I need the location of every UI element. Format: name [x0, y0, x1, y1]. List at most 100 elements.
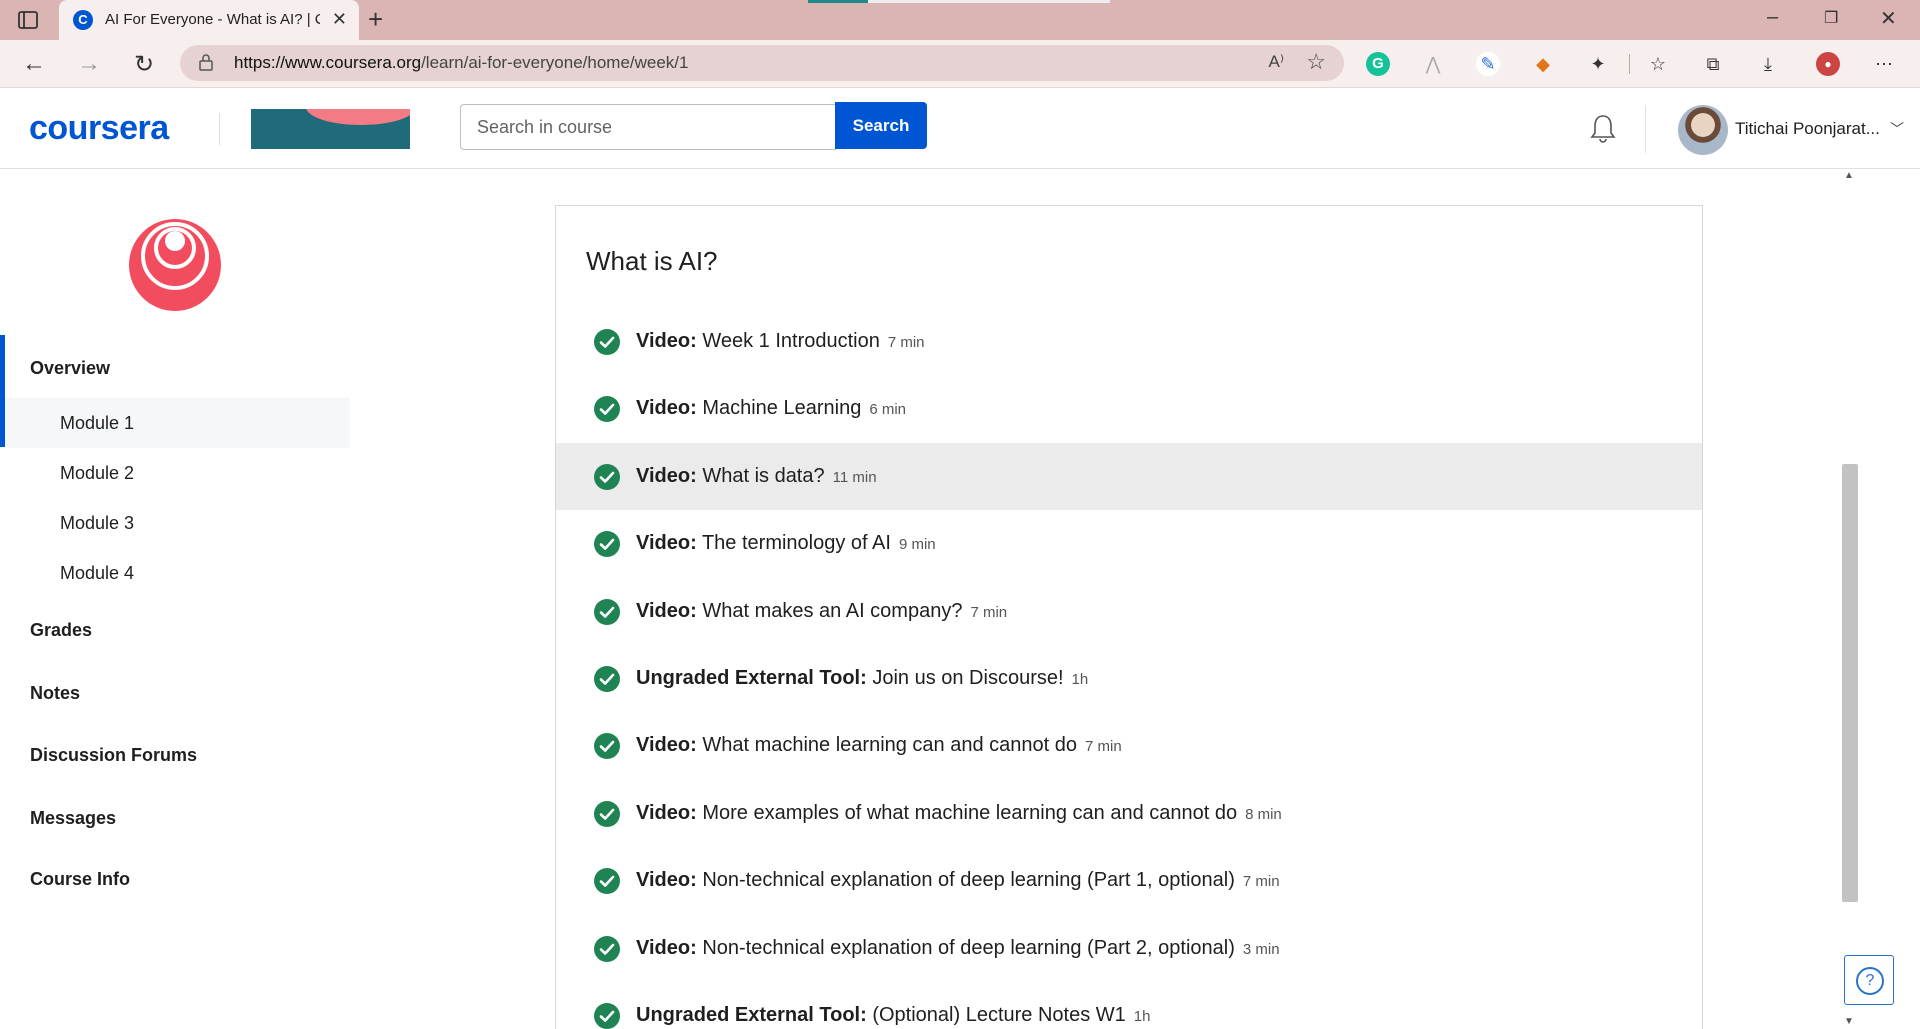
- coursera-logo[interactable]: coursera: [29, 109, 169, 148]
- lesson-item[interactable]: Video: Week 1 Introduction 7 min: [556, 308, 1702, 375]
- sidebar-item-module-1[interactable]: Module 1: [5, 398, 350, 448]
- lesson-title: Non-technical explanation of deep learni…: [702, 937, 1235, 959]
- completed-check-icon: [594, 396, 620, 422]
- lesson-item[interactable]: Video: What is data? 11 min: [556, 443, 1702, 510]
- search-input[interactable]: [460, 104, 836, 150]
- lesson-item-text[interactable]: Ungraded External Tool: Join us on Disco…: [636, 667, 1088, 690]
- course-logo: [129, 219, 221, 311]
- sidebar-item-module-3[interactable]: Module 3: [5, 498, 350, 548]
- lesson-item-text[interactable]: Video: Non-technical explanation of deep…: [636, 869, 1280, 892]
- lesson-item[interactable]: Ungraded External Tool: (Optional) Lectu…: [556, 982, 1702, 1029]
- lesson-type: Video:: [636, 937, 697, 959]
- lesson-item-text[interactable]: Video: Non-technical explanation of deep…: [636, 937, 1280, 960]
- read-aloud-icon[interactable]: A⁾: [1268, 52, 1284, 72]
- sidebar-item-discussion-forums[interactable]: Discussion Forums: [0, 745, 350, 766]
- sidebar-item-grades[interactable]: Grades: [0, 620, 350, 641]
- lesson-item[interactable]: Video: What machine learning can and can…: [556, 712, 1702, 779]
- add-favorite-icon[interactable]: ☆: [1306, 49, 1326, 75]
- lesson-item[interactable]: Video: Non-technical explanation of deep…: [556, 915, 1702, 982]
- lesson-item[interactable]: Ungraded External Tool: Join us on Disco…: [556, 645, 1702, 712]
- lesson-duration: 7 min: [887, 334, 925, 351]
- lesson-type: Video:: [636, 330, 697, 352]
- notifications-bell-icon[interactable]: [1588, 113, 1618, 145]
- lesson-item-text[interactable]: Video: Machine Learning 6 min: [636, 397, 906, 420]
- lesson-item-text[interactable]: Video: What makes an AI company? 7 min: [636, 600, 1007, 623]
- page-scrollbar[interactable]: ▲ ▼: [1840, 170, 1860, 1029]
- partner-logo[interactable]: [251, 109, 410, 149]
- sidebar-item-course-info[interactable]: Course Info: [0, 869, 350, 890]
- lock-icon[interactable]: [198, 53, 214, 71]
- lesson-duration: 6 min: [869, 401, 907, 418]
- tab-actions-icon[interactable]: [16, 8, 40, 32]
- lesson-item-text[interactable]: Video: The terminology of AI 9 min: [636, 532, 936, 555]
- browser-tab-bar: C AI For Everyone - What is AI? | Co ✕ +…: [0, 0, 1920, 40]
- user-avatar[interactable]: [1678, 105, 1728, 155]
- browser-toolbar: ← → ↻ https://www.coursera.org/learn/ai-…: [0, 40, 1920, 88]
- forward-icon[interactable]: →: [75, 50, 103, 78]
- lesson-item[interactable]: Video: Machine Learning 6 min: [556, 375, 1702, 442]
- user-name[interactable]: Titichai Poonjarat...: [1735, 119, 1880, 139]
- profile-avatar-icon[interactable]: ●: [1816, 52, 1840, 76]
- sidebar-item-overview[interactable]: Overview: [0, 358, 350, 379]
- scroll-down-arrow-icon[interactable]: ▼: [1844, 1016, 1854, 1027]
- lesson-item-text[interactable]: Ungraded External Tool: (Optional) Lectu…: [636, 1004, 1150, 1027]
- tab-title: AI For Everyone - What is AI? | Co: [105, 11, 320, 28]
- sidebar-item-module-2[interactable]: Module 2: [5, 448, 350, 498]
- lesson-item[interactable]: Video: What makes an AI company? 7 min: [556, 578, 1702, 645]
- chevron-down-icon[interactable]: ﹀: [1890, 119, 1904, 139]
- lesson-item-text[interactable]: Video: More examples of what machine lea…: [636, 802, 1282, 825]
- sidebar-item-module-4[interactable]: Module 4: [5, 548, 350, 598]
- sidebar-item-messages[interactable]: Messages: [0, 808, 350, 829]
- scroll-up-arrow-icon[interactable]: ▲: [1844, 170, 1854, 181]
- extensions-puzzle-icon[interactable]: ✦: [1586, 52, 1610, 76]
- lesson-duration: 3 min: [1242, 941, 1280, 958]
- new-tab-icon[interactable]: +: [368, 4, 383, 35]
- sidebar-item-notes[interactable]: Notes: [0, 683, 350, 704]
- metamask-extension-icon[interactable]: ◆: [1531, 52, 1555, 76]
- lesson-duration: 8 min: [1245, 806, 1282, 823]
- lesson-item-text[interactable]: Video: What machine learning can and can…: [636, 734, 1122, 757]
- lesson-item-text[interactable]: Video: Week 1 Introduction 7 min: [636, 330, 925, 353]
- collections-icon[interactable]: ⧉: [1701, 52, 1725, 76]
- pen-extension-icon[interactable]: ✎: [1476, 52, 1500, 76]
- lesson-item[interactable]: Video: Non-technical explanation of deep…: [556, 847, 1702, 914]
- lesson-title: Machine Learning: [702, 397, 862, 419]
- lesson-duration: 1h: [1133, 1008, 1151, 1025]
- lesson-type: Video:: [636, 734, 697, 756]
- more-menu-icon[interactable]: ⋯: [1872, 52, 1896, 76]
- lesson-item-text[interactable]: Video: What is data? 11 min: [636, 465, 877, 488]
- lesson-duration: 9 min: [898, 536, 936, 553]
- grammarly-extension-icon[interactable]: G: [1366, 52, 1390, 76]
- favorites-icon[interactable]: ☆: [1646, 52, 1670, 76]
- lesson-type: Video:: [636, 532, 697, 554]
- browser-tab[interactable]: C AI For Everyone - What is AI? | Co ✕: [59, 0, 359, 40]
- completed-check-icon: [594, 666, 620, 692]
- completed-check-icon: [594, 599, 620, 625]
- refresh-icon[interactable]: ↻: [130, 50, 158, 79]
- lesson-title: (Optional) Lecture Notes W1: [872, 1004, 1126, 1026]
- address-bar[interactable]: https://www.coursera.org/learn/ai-for-ev…: [180, 45, 1344, 81]
- lesson-title: Join us on Discourse!: [872, 667, 1064, 689]
- url-domain: https://www.coursera.org: [234, 53, 422, 72]
- back-icon[interactable]: ←: [20, 50, 48, 78]
- lesson-item[interactable]: Video: The terminology of AI 9 min: [556, 510, 1702, 577]
- module-content-card: What is AI? Video: Week 1 Introduction 7 …: [555, 205, 1703, 1029]
- help-button[interactable]: ?: [1844, 955, 1894, 1005]
- lesson-title: The terminology of AI: [701, 532, 891, 554]
- search-button[interactable]: Search: [835, 102, 927, 149]
- lesson-item[interactable]: Video: More examples of what machine lea…: [556, 780, 1702, 847]
- lesson-title: More examples of what machine learning c…: [702, 802, 1238, 824]
- url-path: /learn/ai-for-everyone/home/week/1: [421, 53, 689, 72]
- downloads-icon[interactable]: ⤓: [1756, 52, 1780, 76]
- extension-icon[interactable]: ⋀: [1421, 52, 1445, 76]
- lesson-type: Video:: [636, 869, 697, 891]
- close-tab-icon[interactable]: ✕: [332, 9, 347, 30]
- lesson-title: What makes an AI company?: [702, 600, 963, 622]
- restore-icon[interactable]: ❐: [1824, 8, 1838, 28]
- window-close-icon[interactable]: ✕: [1880, 6, 1897, 31]
- completed-check-icon: [594, 1003, 620, 1029]
- scroll-thumb[interactable]: [1842, 464, 1858, 902]
- minimize-icon[interactable]: –: [1767, 6, 1778, 29]
- url-text[interactable]: https://www.coursera.org/learn/ai-for-ev…: [234, 53, 689, 73]
- partner-logo-shape: [306, 109, 410, 125]
